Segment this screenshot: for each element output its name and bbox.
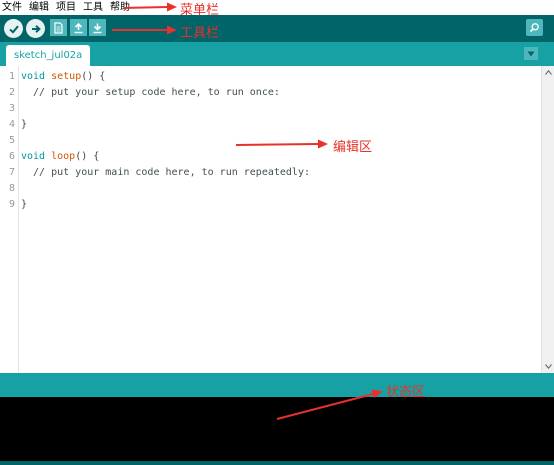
scroll-up-icon xyxy=(544,69,552,75)
line-number: 6 xyxy=(8,151,15,162)
code-text: () { xyxy=(81,71,106,82)
toolbar-annotation: 工具栏 xyxy=(180,26,220,41)
bottom-status-line xyxy=(0,461,554,465)
code-keyword: void xyxy=(21,151,46,162)
magnifier-icon xyxy=(529,23,539,33)
line-number: 5 xyxy=(8,135,15,146)
code-keyword: void xyxy=(21,71,46,82)
save-arrow-down-icon xyxy=(93,23,102,33)
code-line: void setup() { xyxy=(21,69,105,85)
line-number: 7 xyxy=(8,167,15,178)
tab-bar: sketch_jul02a xyxy=(0,42,554,66)
scroll-down-button[interactable] xyxy=(542,360,554,372)
code-line: // put your main code here, to run repea… xyxy=(21,167,310,178)
triangle-down-icon xyxy=(527,51,535,56)
open-button[interactable] xyxy=(70,19,87,36)
code-line: } xyxy=(21,199,28,210)
status-annotation: 状态区 xyxy=(386,385,426,400)
tab-sketch[interactable]: sketch_jul02a xyxy=(6,45,91,66)
code-function-name: setup xyxy=(51,71,82,82)
line-number: 9 xyxy=(8,199,15,210)
vertical-scrollbar[interactable] xyxy=(541,66,554,373)
line-number: 4 xyxy=(8,119,15,130)
toolbar xyxy=(0,15,554,42)
new-button[interactable] xyxy=(50,19,67,36)
save-button[interactable] xyxy=(89,19,106,36)
serial-monitor-button[interactable] xyxy=(526,19,543,36)
code-editor[interactable]: 1 2 3 4 5 6 7 8 9 void setup() { // put … xyxy=(0,66,554,373)
verify-button[interactable] xyxy=(4,19,23,38)
menu-sketch[interactable]: 项目 xyxy=(56,0,76,15)
new-file-icon xyxy=(54,21,63,34)
code-function-name: loop xyxy=(51,151,76,162)
code-line: // put your setup code here, to run once… xyxy=(21,87,280,98)
menu-file[interactable]: 文件 xyxy=(2,0,22,15)
scroll-up-button[interactable] xyxy=(542,66,554,78)
right-arrow-icon xyxy=(31,24,41,33)
upload-button[interactable] xyxy=(26,19,45,38)
code-line: void loop() { xyxy=(21,149,99,165)
menu-help[interactable]: 帮助 xyxy=(110,0,130,15)
line-number: 8 xyxy=(8,183,15,194)
line-number: 3 xyxy=(8,103,15,114)
checkmark-icon xyxy=(8,25,19,34)
line-number: 1 xyxy=(8,71,15,82)
line-number-gutter: 1 2 3 4 5 6 7 8 9 xyxy=(0,66,19,373)
menu-bar-annotation: 菜单栏 xyxy=(180,3,220,18)
console-output xyxy=(0,397,554,461)
tab-menu-button[interactable] xyxy=(524,47,538,60)
scroll-down-icon xyxy=(544,363,552,369)
menu-bar: 文件 编辑 项目 工具 帮助 xyxy=(0,0,554,15)
line-number: 2 xyxy=(8,87,15,98)
menu-edit[interactable]: 编辑 xyxy=(29,0,49,15)
code-text: () { xyxy=(75,151,100,162)
status-divider-bar[interactable] xyxy=(0,373,554,397)
editor-annotation: 编辑区 xyxy=(333,140,373,155)
code-line: } xyxy=(21,119,28,130)
menu-tools[interactable]: 工具 xyxy=(83,0,103,15)
open-arrow-up-icon xyxy=(74,22,83,33)
